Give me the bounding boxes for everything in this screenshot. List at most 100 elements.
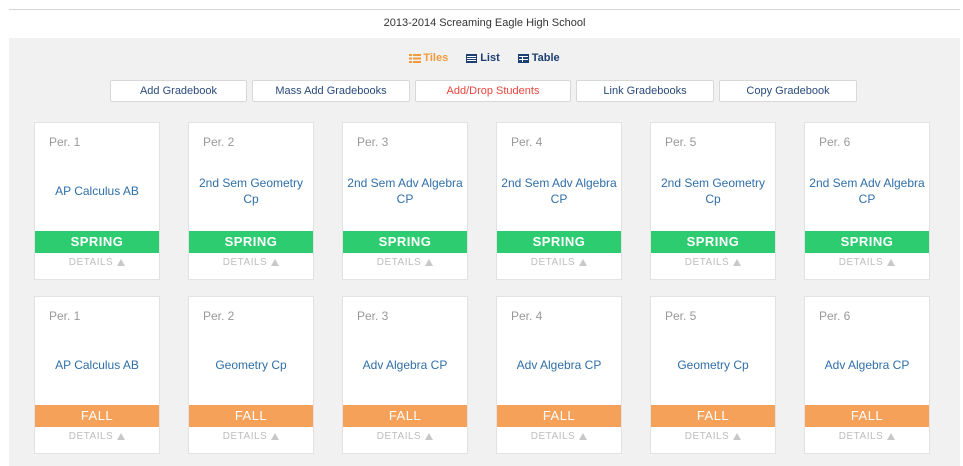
period-label: Per. 2 — [203, 309, 235, 323]
gradebook-tile[interactable]: Per. 5 2nd Sem Geometry Cp SPRING DETAIL… — [650, 122, 776, 280]
details-label: DETAILS — [376, 431, 422, 442]
details-toggle[interactable]: DETAILS — [805, 257, 929, 268]
course-name[interactable]: Adv Algebra CP — [501, 345, 617, 385]
term-badge: FALL — [35, 405, 159, 427]
gradebook-tile[interactable]: Per. 5 Geometry Cp FALL DETAILS — [650, 296, 776, 454]
details-toggle[interactable]: DETAILS — [35, 257, 159, 268]
view-list-label: List — [480, 52, 500, 64]
course-name[interactable]: AP Calculus AB — [39, 345, 155, 385]
term-badge: SPRING — [651, 231, 775, 253]
details-toggle[interactable]: DETAILS — [651, 431, 775, 442]
details-label: DETAILS — [530, 431, 576, 442]
course-name[interactable]: Geometry Cp — [655, 345, 771, 385]
view-table-label: Table — [531, 52, 560, 64]
details-label: DETAILS — [530, 257, 576, 268]
details-toggle[interactable]: DETAILS — [189, 431, 313, 442]
details-toggle[interactable]: DETAILS — [497, 257, 621, 268]
details-toggle[interactable]: DETAILS — [651, 257, 775, 268]
warning-icon — [733, 259, 742, 266]
view-table-toggle[interactable]: Table — [517, 52, 560, 64]
gradebook-tile[interactable]: Per. 6 2nd Sem Adv Algebra CP SPRING DET… — [804, 122, 930, 280]
warning-icon — [887, 433, 896, 440]
period-label: Per. 3 — [357, 309, 389, 323]
gradebook-tile[interactable]: Per. 6 Adv Algebra CP FALL DETAILS — [804, 296, 930, 454]
details-label: DETAILS — [376, 257, 422, 268]
course-name[interactable]: 2nd Sem Adv Algebra CP — [501, 171, 617, 211]
gradebook-tile[interactable]: Per. 1 AP Calculus AB SPRING DETAILS — [34, 122, 160, 280]
view-list-toggle[interactable]: List — [466, 52, 500, 64]
course-name[interactable]: AP Calculus AB — [39, 171, 155, 211]
term-badge: FALL — [189, 405, 313, 427]
gradebook-tile[interactable]: Per. 4 Adv Algebra CP FALL DETAILS — [496, 296, 622, 454]
term-badge: FALL — [651, 405, 775, 427]
term-badge: SPRING — [805, 231, 929, 253]
warning-icon — [271, 433, 280, 440]
add-gradebook-button[interactable]: Add Gradebook — [110, 80, 247, 102]
term-badge: SPRING — [343, 231, 467, 253]
details-label: DETAILS — [838, 257, 884, 268]
period-label: Per. 6 — [819, 135, 851, 149]
period-label: Per. 4 — [511, 309, 543, 323]
details-label: DETAILS — [684, 257, 730, 268]
course-name[interactable]: Adv Algebra CP — [347, 345, 463, 385]
gradebook-tile[interactable]: Per. 3 Adv Algebra CP FALL DETAILS — [342, 296, 468, 454]
details-toggle[interactable]: DETAILS — [343, 257, 467, 268]
course-name[interactable]: Geometry Cp — [193, 345, 309, 385]
term-badge: FALL — [497, 405, 621, 427]
term-badge: SPRING — [497, 231, 621, 253]
period-label: Per. 6 — [819, 309, 851, 323]
page-title: 2013-2014 Screaming Eagle High School — [9, 10, 960, 38]
warning-icon — [425, 433, 434, 440]
term-badge: FALL — [805, 405, 929, 427]
list-icon — [466, 54, 478, 63]
details-toggle[interactable]: DETAILS — [805, 431, 929, 442]
gradebook-tile[interactable]: Per. 2 2nd Sem Geometry Cp SPRING DETAIL… — [188, 122, 314, 280]
view-tiles-label: Tiles — [423, 52, 449, 64]
details-label: DETAILS — [222, 257, 268, 268]
details-label: DETAILS — [838, 431, 884, 442]
action-bar: Add Gradebook Mass Add Gradebooks Add/Dr… — [110, 80, 857, 102]
view-tiles-toggle[interactable]: Tiles — [409, 52, 448, 64]
course-name[interactable]: 2nd Sem Adv Algebra CP — [347, 171, 463, 211]
gradebook-tile[interactable]: Per. 1 AP Calculus AB FALL DETAILS — [34, 296, 160, 454]
course-name[interactable]: 2nd Sem Adv Algebra CP — [809, 171, 925, 211]
warning-icon — [425, 259, 434, 266]
gradebook-tile[interactable]: Per. 4 2nd Sem Adv Algebra CP SPRING DET… — [496, 122, 622, 280]
link-gradebooks-button[interactable]: Link Gradebooks — [576, 80, 714, 102]
details-label: DETAILS — [68, 257, 114, 268]
warning-icon — [117, 259, 126, 266]
period-label: Per. 1 — [49, 135, 81, 149]
gradebook-tile[interactable]: Per. 3 2nd Sem Adv Algebra CP SPRING DET… — [342, 122, 468, 280]
period-label: Per. 3 — [357, 135, 389, 149]
warning-icon — [579, 259, 588, 266]
view-toggle: Tiles List Table — [9, 52, 960, 64]
details-toggle[interactable]: DETAILS — [35, 431, 159, 442]
mass-add-gradebooks-button[interactable]: Mass Add Gradebooks — [252, 80, 410, 102]
details-toggle[interactable]: DETAILS — [497, 431, 621, 442]
term-badge: SPRING — [35, 231, 159, 253]
course-name[interactable]: Adv Algebra CP — [809, 345, 925, 385]
warning-icon — [579, 433, 588, 440]
course-name[interactable]: 2nd Sem Geometry Cp — [193, 171, 309, 211]
gradebook-tile[interactable]: Per. 2 Geometry Cp FALL DETAILS — [188, 296, 314, 454]
tiles-icon — [409, 54, 422, 63]
period-label: Per. 4 — [511, 135, 543, 149]
gradebook-panel: Tiles List Table Add Gradebook Mass Add … — [9, 38, 960, 466]
period-label: Per. 5 — [665, 135, 697, 149]
period-label: Per. 5 — [665, 309, 697, 323]
term-badge: FALL — [343, 405, 467, 427]
table-icon — [517, 54, 529, 63]
details-label: DETAILS — [684, 431, 730, 442]
details-label: DETAILS — [68, 431, 114, 442]
term-badge: SPRING — [189, 231, 313, 253]
warning-icon — [271, 259, 280, 266]
warning-icon — [887, 259, 896, 266]
warning-icon — [117, 433, 126, 440]
details-toggle[interactable]: DETAILS — [343, 431, 467, 442]
period-label: Per. 2 — [203, 135, 235, 149]
details-toggle[interactable]: DETAILS — [189, 257, 313, 268]
copy-gradebook-button[interactable]: Copy Gradebook — [719, 80, 857, 102]
period-label: Per. 1 — [49, 309, 81, 323]
add-drop-students-button[interactable]: Add/Drop Students — [415, 80, 571, 102]
course-name[interactable]: 2nd Sem Geometry Cp — [655, 171, 771, 211]
